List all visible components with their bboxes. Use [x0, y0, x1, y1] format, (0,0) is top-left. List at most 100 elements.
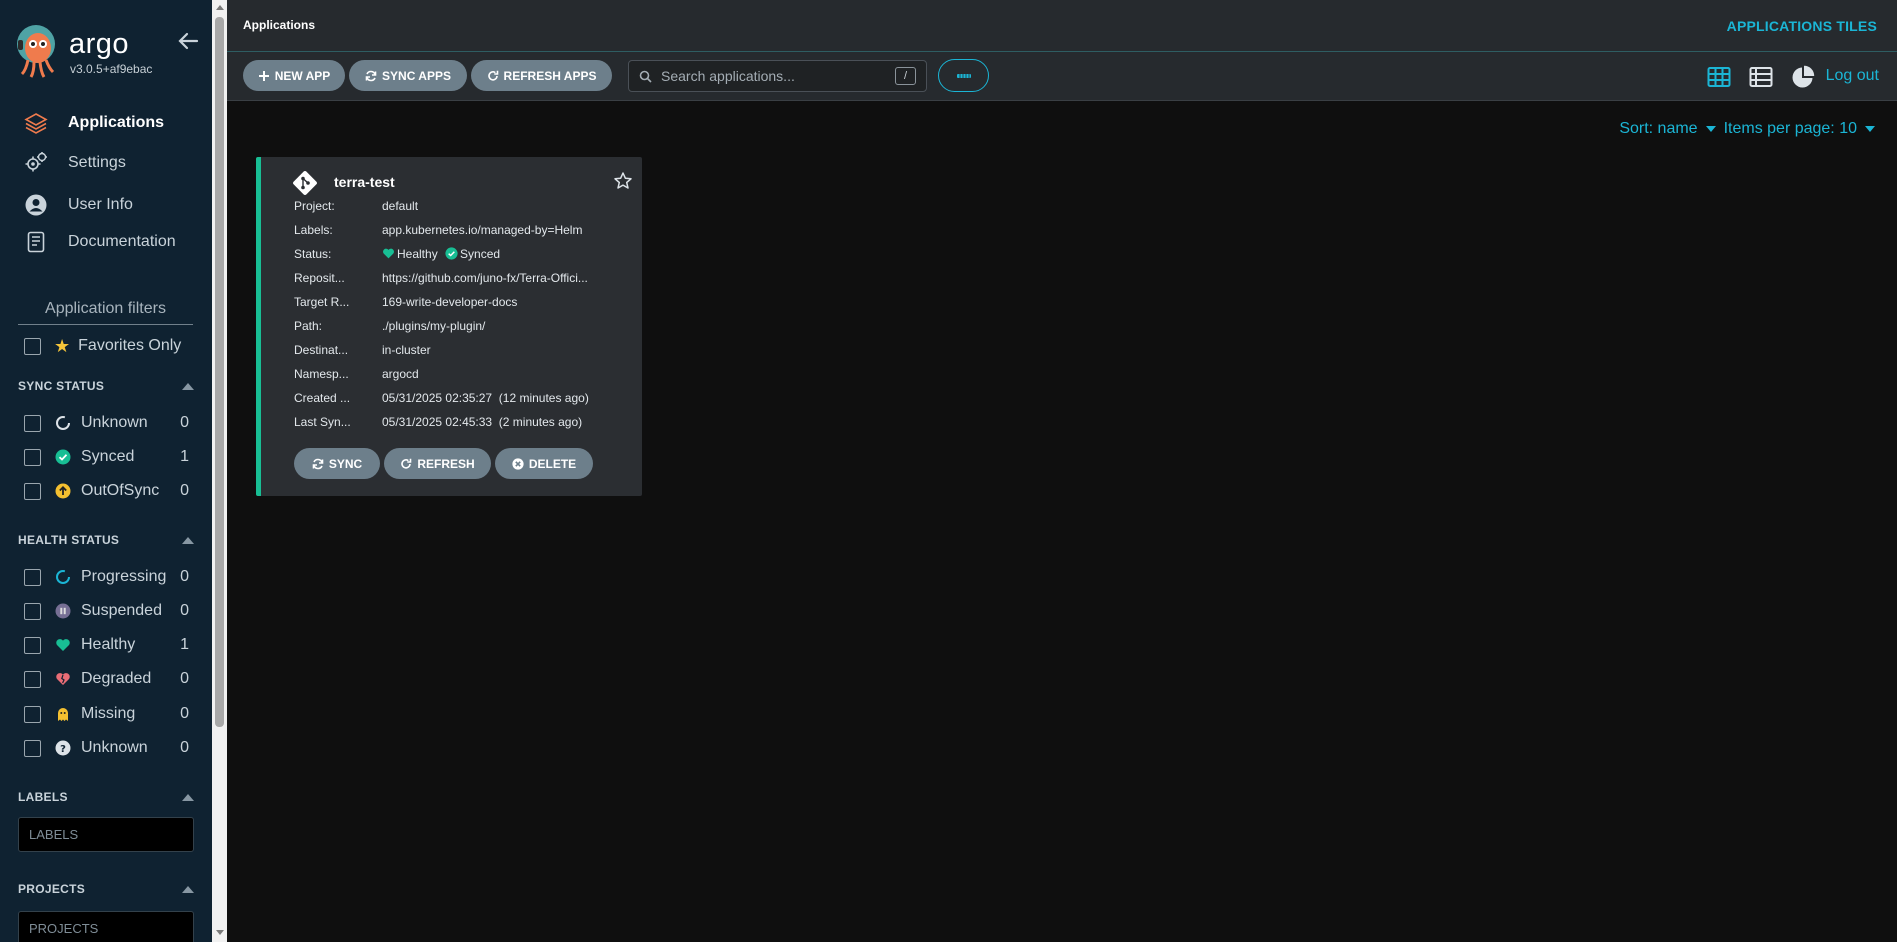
- field-last-sync: Last Syn... 05/31/2025 02:45:33 (2 minut…: [294, 415, 582, 433]
- field-destination: Destinat... in-cluster: [294, 343, 431, 361]
- logout-link[interactable]: Log out: [1826, 67, 1879, 85]
- version-label: v3.0.5+af9ebac: [70, 62, 153, 76]
- labels-input[interactable]: LABELS: [18, 817, 194, 852]
- refresh-apps-button[interactable]: REFRESH APPS: [471, 60, 612, 91]
- sync-button[interactable]: SYNC: [294, 448, 380, 479]
- field-value: 05/31/2025 02:35:27 (12 minutes ago): [382, 391, 589, 405]
- health-status-header[interactable]: HEALTH STATUS: [18, 532, 194, 548]
- filter-toggle-button[interactable]: [938, 59, 989, 92]
- sort-dropdown[interactable]: Sort: name: [1619, 120, 1697, 138]
- projects-input[interactable]: PROJECTS: [18, 911, 194, 942]
- scroll-down-arrow-icon[interactable]: [216, 930, 224, 935]
- filter-health-unknown[interactable]: ? Unknown 0: [24, 737, 189, 759]
- refresh-button[interactable]: REFRESH: [384, 448, 491, 479]
- projects-header[interactable]: PROJECTS: [18, 881, 194, 897]
- checkbox[interactable]: [24, 448, 41, 466]
- check-circle-icon: [55, 449, 71, 465]
- checkbox[interactable]: [24, 739, 41, 757]
- sync-label: SYNC: [328, 456, 363, 471]
- sync-apps-button[interactable]: SYNC APPS: [349, 60, 467, 91]
- top-bar: Applications APPLICATIONS TILES: [227, 0, 1897, 52]
- user-circle-icon: [25, 194, 47, 216]
- checkbox[interactable]: [24, 636, 41, 654]
- filter-health-missing[interactable]: Missing 0: [24, 703, 189, 725]
- field-key: Target R...: [294, 295, 350, 309]
- sort-controls: Sort: name Items per page: 10: [1619, 120, 1879, 138]
- chevron-down-icon[interactable]: [1865, 126, 1875, 132]
- plus-icon: [258, 70, 269, 81]
- scrollbar-thumb[interactable]: [215, 17, 224, 727]
- toolbar: NEW APP SYNC APPS REFRESH APPS Search ap…: [227, 52, 1897, 101]
- field-target-revision: Target R... 169-write-developer-docs: [294, 295, 517, 313]
- filter-count: 0: [180, 482, 189, 499]
- breadcrumb[interactable]: Applications: [243, 18, 315, 32]
- nav-settings-label: Settings: [68, 154, 126, 171]
- filter-count: 1: [180, 636, 189, 653]
- search-input[interactable]: Search applications...: [661, 68, 895, 84]
- filter-health-healthy[interactable]: Healthy 1: [24, 634, 189, 656]
- star-outline-icon[interactable]: [613, 171, 633, 191]
- favorites-checkbox[interactable]: [24, 337, 41, 355]
- checkbox[interactable]: [24, 568, 41, 586]
- sync-status-header[interactable]: SYNC STATUS: [18, 378, 194, 394]
- nav-documentation[interactable]: Documentation: [24, 227, 176, 257]
- field-path: Path: ./plugins/my-plugin/: [294, 319, 485, 337]
- items-per-page-dropdown[interactable]: Items per page: 10: [1724, 120, 1857, 138]
- field-key: Status:: [294, 247, 332, 261]
- field-project: Project: default: [294, 199, 418, 217]
- filter-sync-outofsync[interactable]: OutOfSync 0: [24, 480, 189, 502]
- checkbox[interactable]: [24, 482, 41, 500]
- field-namespace: Namesp... argocd: [294, 367, 419, 385]
- nav-user-info[interactable]: User Info: [24, 190, 133, 220]
- search-shortcut-hint: /: [895, 67, 916, 85]
- checkbox[interactable]: [24, 414, 41, 432]
- field-value: default: [382, 199, 419, 213]
- filter-count: 0: [180, 705, 189, 722]
- collapse-caret-icon[interactable]: [182, 793, 194, 801]
- list-view-icon[interactable]: [1749, 65, 1773, 89]
- checkbox[interactable]: [24, 705, 41, 723]
- argo-logo-icon[interactable]: [16, 24, 56, 78]
- filter-health-degraded[interactable]: Degraded 0: [24, 668, 189, 690]
- chevron-down-icon[interactable]: [1705, 126, 1716, 132]
- filter-count: 0: [180, 670, 189, 687]
- favorites-filter[interactable]: ★ Favorites Only: [24, 337, 181, 355]
- collapse-caret-icon[interactable]: [182, 885, 194, 893]
- app-name[interactable]: terra-test: [334, 174, 395, 190]
- nav-applications[interactable]: Applications: [24, 108, 164, 138]
- collapse-caret-icon[interactable]: [182, 382, 194, 390]
- filter-label: Healthy: [81, 636, 136, 653]
- star-icon: ★: [54, 336, 71, 356]
- field-key: Reposit...: [294, 271, 345, 285]
- scroll-up-arrow-icon[interactable]: [216, 5, 224, 10]
- filter-sync-unknown[interactable]: Unknown 0: [24, 412, 189, 434]
- pie-chart-view-icon[interactable]: [1791, 65, 1815, 89]
- new-app-button[interactable]: NEW APP: [243, 60, 345, 91]
- tiles-view-icon[interactable]: [1707, 65, 1731, 89]
- field-value: in-cluster: [382, 343, 431, 357]
- application-tile[interactable]: terra-test Project: default Labels: app.…: [256, 157, 642, 496]
- svg-text:?: ?: [60, 744, 66, 755]
- sidebar-scrollbar[interactable]: [212, 0, 227, 942]
- filter-health-suspended[interactable]: Suspended 0: [24, 600, 189, 622]
- collapse-sidebar-icon[interactable]: [177, 30, 199, 52]
- refresh-label: REFRESH: [417, 456, 475, 471]
- field-key: Last Syn...: [294, 415, 351, 429]
- checkbox[interactable]: [24, 602, 41, 620]
- collapse-caret-icon[interactable]: [182, 536, 194, 544]
- search-box[interactable]: Search applications... /: [628, 60, 927, 92]
- nav-applications-label: Applications: [68, 114, 165, 131]
- favorites-label: Favorites Only: [78, 337, 182, 354]
- labels-header[interactable]: LABELS: [18, 789, 194, 805]
- git-icon: [293, 171, 317, 195]
- nav-settings[interactable]: Settings: [24, 148, 126, 178]
- filter-health-progressing[interactable]: Progressing 0: [24, 566, 189, 588]
- delete-button[interactable]: DELETE: [495, 448, 593, 479]
- filter-sync-synced[interactable]: Synced 1: [24, 446, 189, 468]
- field-key: Created ...: [294, 391, 351, 405]
- checkbox[interactable]: [24, 670, 41, 688]
- field-value: 05/31/2025 02:45:33 (2 minutes ago): [382, 415, 583, 429]
- times-circle-icon: [512, 457, 524, 470]
- check-circle-icon: [445, 247, 458, 260]
- field-value[interactable]: https://github.com/juno-fx/Terra-Offici.…: [382, 271, 588, 289]
